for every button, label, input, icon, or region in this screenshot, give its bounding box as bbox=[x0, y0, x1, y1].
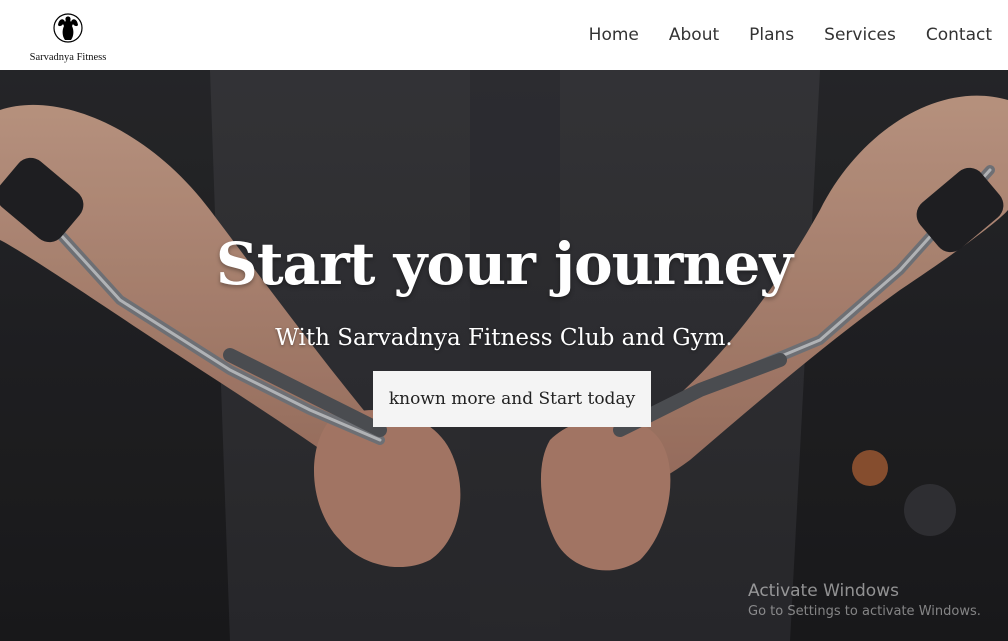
logo-link[interactable]: Sarvadnya Fitness bbox=[22, 10, 114, 66]
bodybuilder-icon bbox=[53, 13, 83, 43]
activate-windows-watermark: Activate Windows Go to Settings to activ… bbox=[748, 581, 981, 619]
hero-subtitle: With Sarvadnya Fitness Club and Gym. bbox=[275, 325, 733, 351]
nav-home[interactable]: Home bbox=[589, 22, 639, 48]
nav-about[interactable]: About bbox=[669, 22, 719, 48]
main-nav: Home About Plans Services Contact bbox=[559, 22, 992, 48]
site-header: Sarvadnya Fitness Home About Plans Servi… bbox=[0, 0, 1008, 70]
start-today-button[interactable]: known more and Start today bbox=[373, 371, 651, 427]
page: Sarvadnya Fitness Home About Plans Servi… bbox=[0, 0, 1008, 641]
logo-text: Sarvadnya Fitness bbox=[29, 52, 107, 63]
hero-section: Start your journey With Sarvadnya Fitnes… bbox=[0, 70, 1008, 641]
nav-plans[interactable]: Plans bbox=[749, 22, 794, 48]
nav-services[interactable]: Services bbox=[824, 22, 896, 48]
hero-overlay bbox=[0, 70, 1008, 641]
hero-title: Start your journey bbox=[215, 230, 793, 298]
watermark-title: Activate Windows bbox=[748, 581, 899, 601]
watermark-subtitle: Go to Settings to activate Windows. bbox=[748, 604, 981, 619]
nav-contact[interactable]: Contact bbox=[926, 22, 992, 48]
